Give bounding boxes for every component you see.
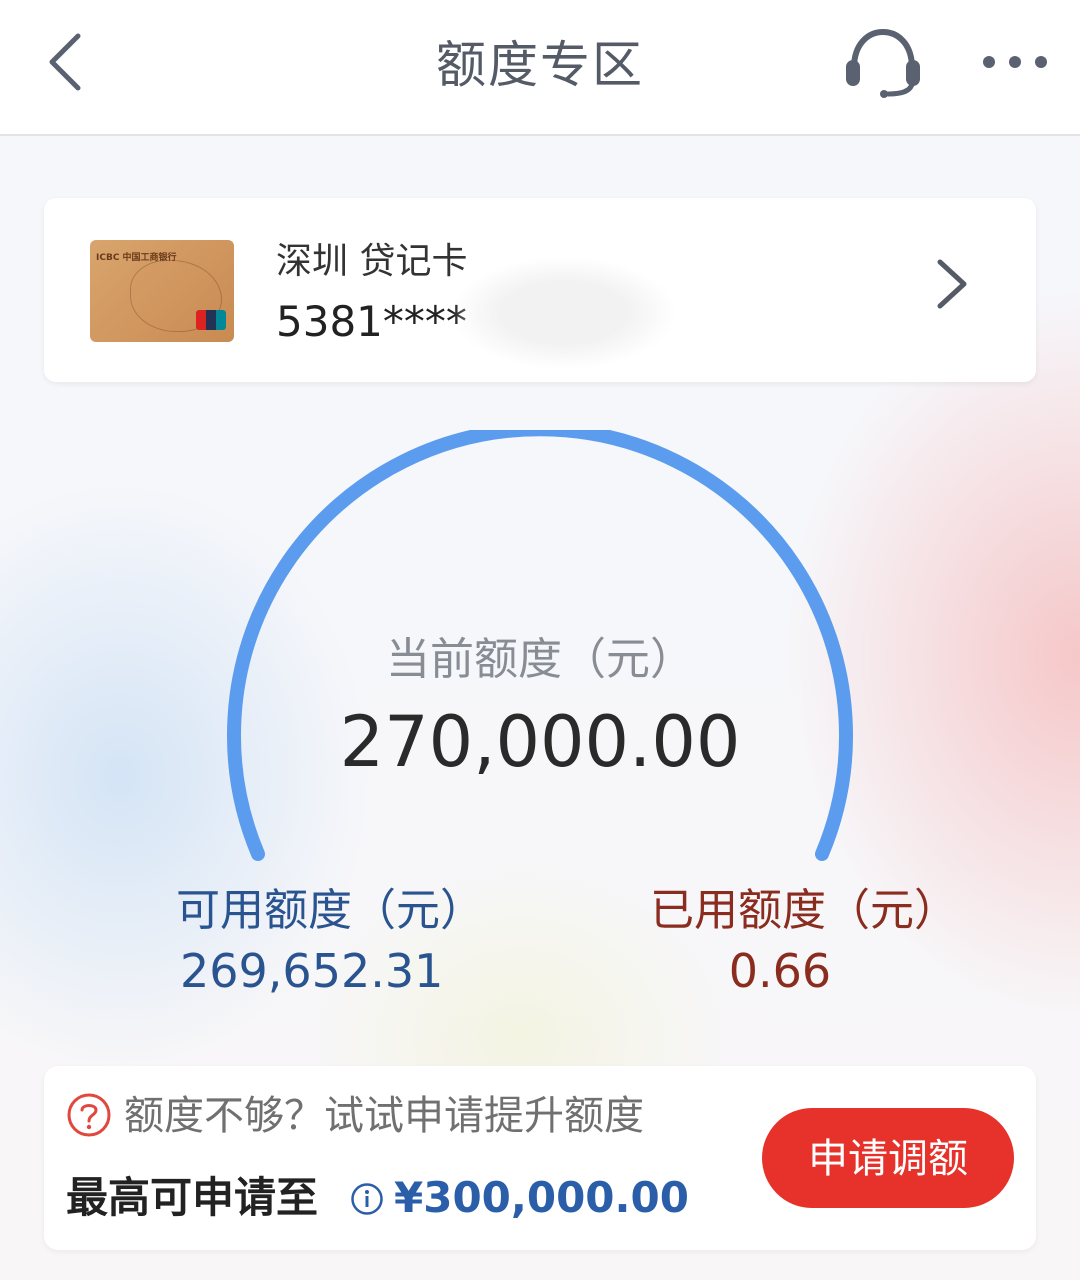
available-limit-label: 可用额度（元） (176, 885, 484, 936)
page-title: 额度专区 (436, 36, 644, 94)
card-number: 5381**** (276, 297, 467, 346)
credit-card-image: ICBC 中国工商银行 (90, 240, 234, 342)
privacy-mask (454, 258, 674, 368)
info-icon[interactable] (350, 1182, 384, 1216)
limit-prompt-text: 额度不够？试试申请提升额度 (124, 1093, 644, 1139)
top-nav-bar: 额度专区 (0, 0, 1080, 136)
more-icon[interactable] (975, 48, 1055, 76)
limit-increase-panel: 额度不够？试试申请提升额度 最高可申请至 ¥300,000.00 申请调额 (44, 1066, 1036, 1250)
current-limit-label: 当前额度（元） (386, 634, 694, 685)
question-icon (67, 1093, 111, 1137)
available-limit-value: 269,652.31 (180, 944, 444, 998)
max-apply-amount: ¥300,000.00 (394, 1173, 689, 1222)
unionpay-logo (196, 310, 226, 330)
apply-adjust-limit-button[interactable]: 申请调额 (762, 1108, 1014, 1208)
headset-icon[interactable] (840, 24, 926, 100)
card-selector[interactable]: ICBC 中国工商银行 深圳 贷记卡 5381**** (44, 198, 1036, 382)
max-apply-label: 最高可申请至 (66, 1173, 319, 1222)
used-limit-label: 已用额度（元） (650, 885, 958, 936)
chevron-right-icon[interactable] (932, 256, 972, 312)
back-icon[interactable] (40, 30, 96, 94)
card-name: 深圳 贷记卡 (276, 241, 468, 282)
used-limit-value: 0.66 (728, 944, 832, 998)
current-limit-value: 270,000.00 (339, 701, 741, 783)
